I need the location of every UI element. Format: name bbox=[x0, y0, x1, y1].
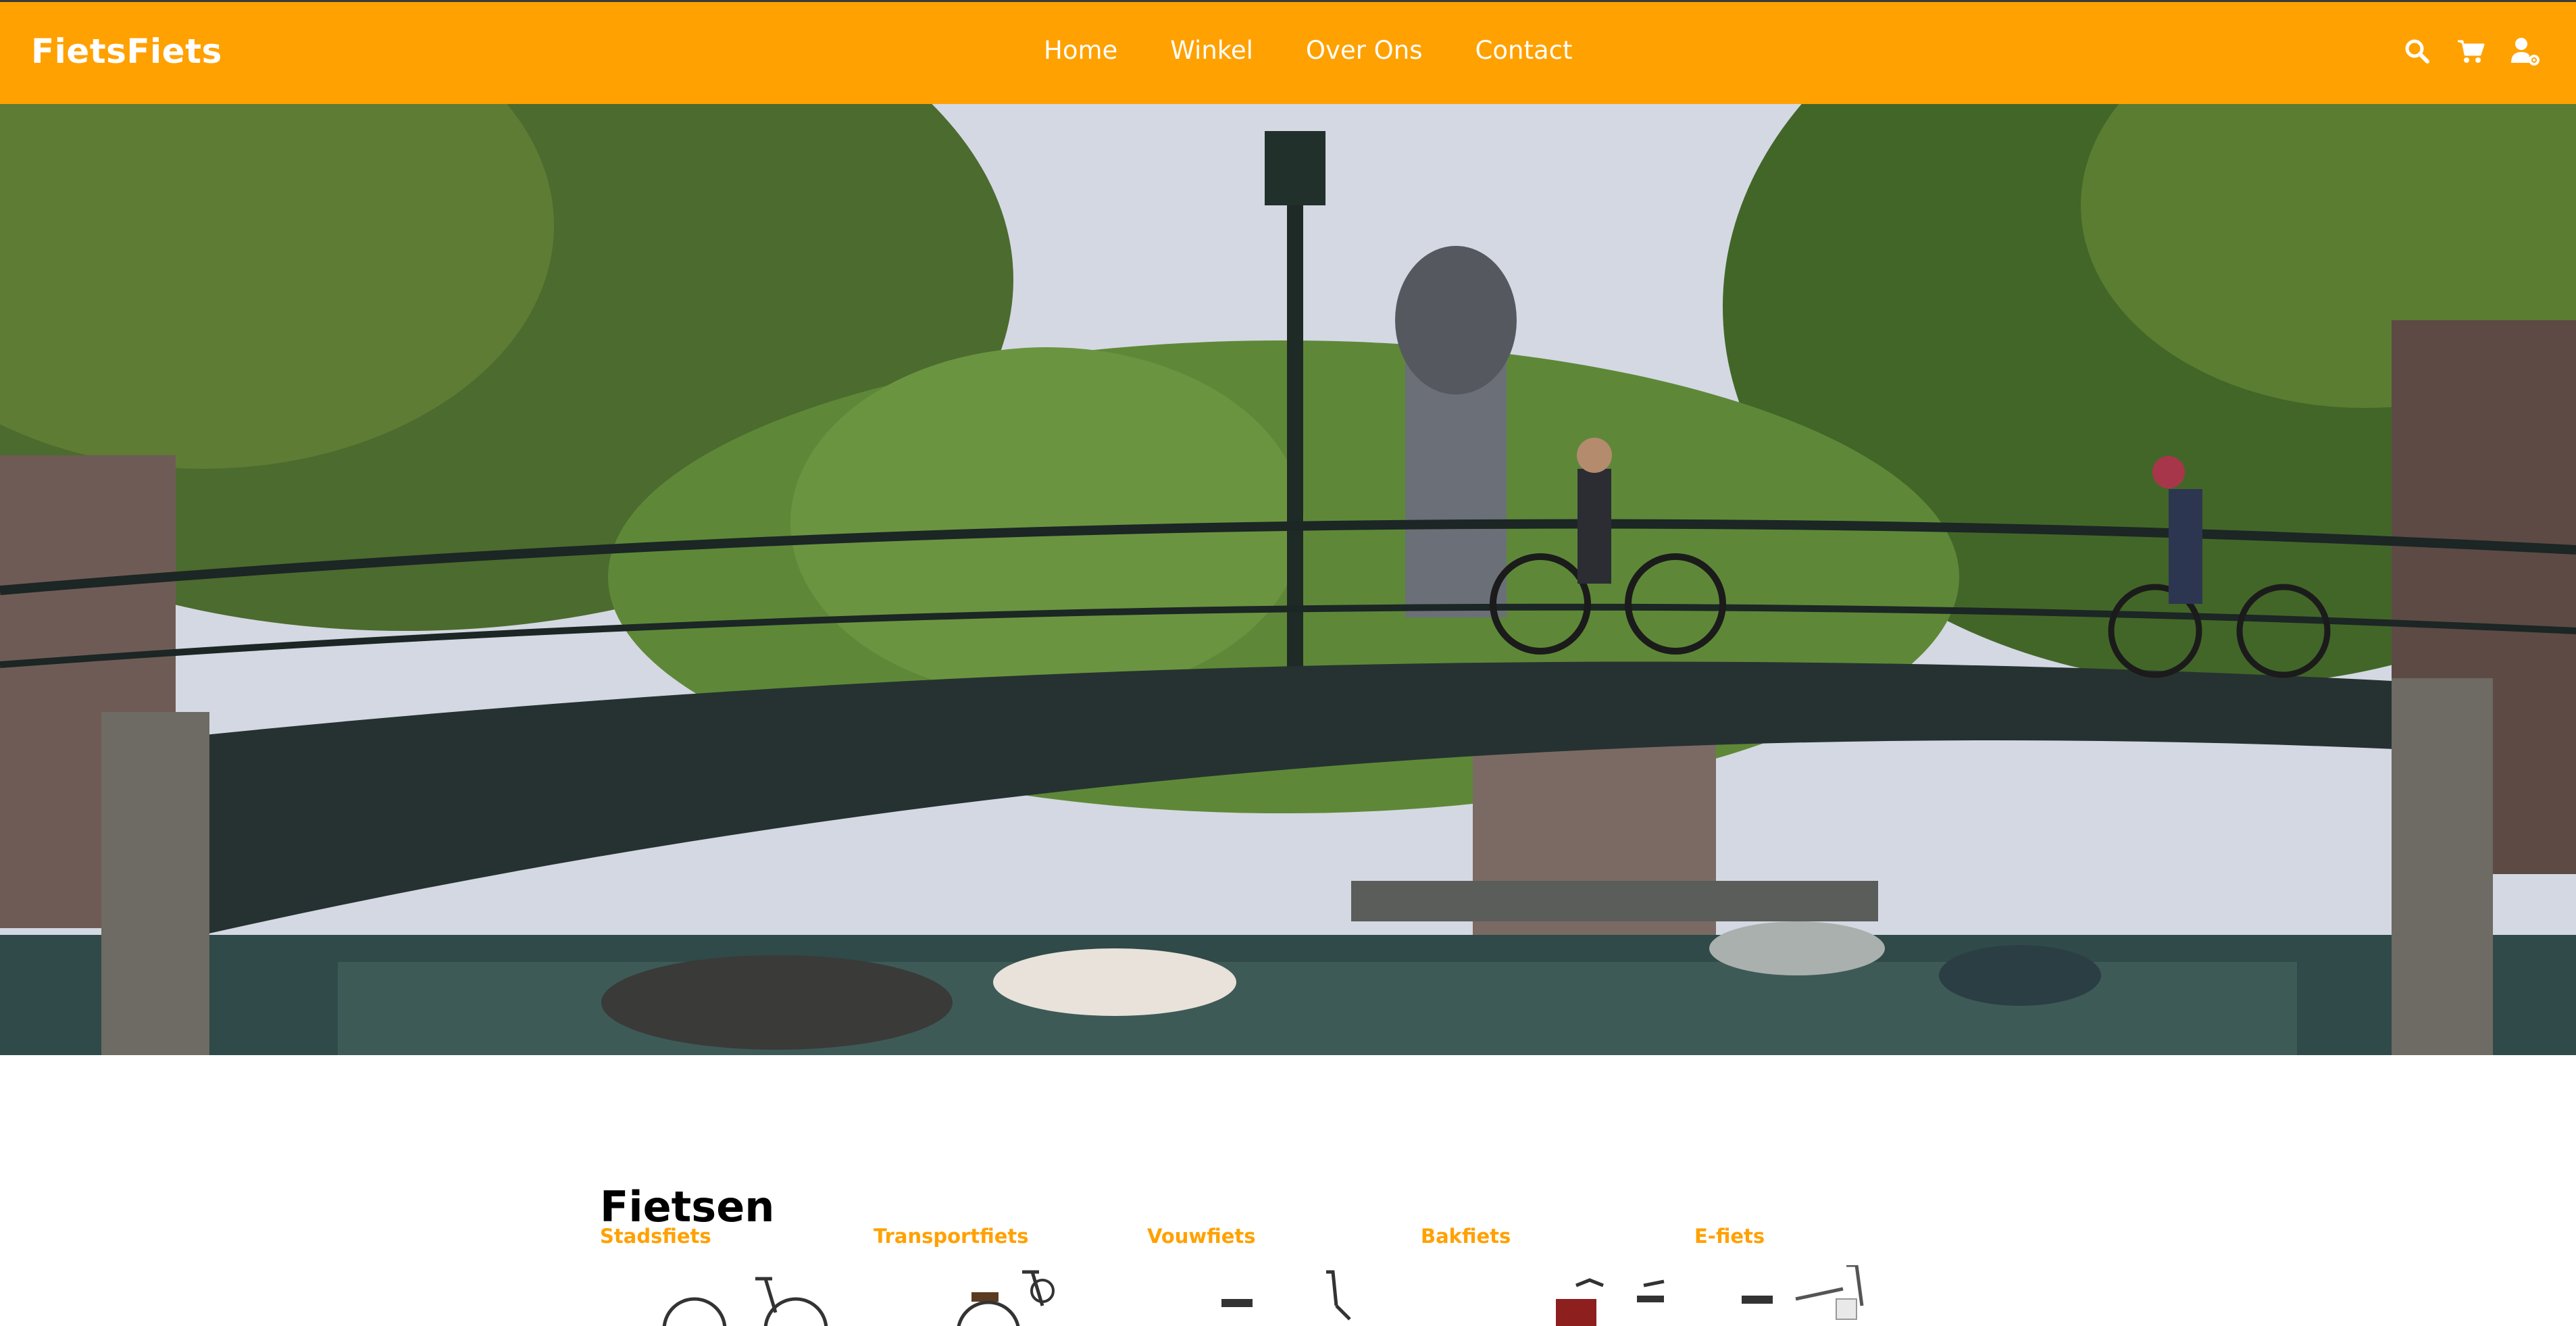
section-title: Fietsen bbox=[600, 1181, 775, 1231]
bike-thumbnail bbox=[874, 1265, 1144, 1326]
nav-link-home[interactable]: Home bbox=[1044, 36, 1117, 65]
category-label[interactable]: Bakfiets bbox=[1421, 1225, 1691, 1248]
nav-link-over-ons[interactable]: Over Ons bbox=[1306, 36, 1423, 65]
bike-thumbnail bbox=[1421, 1265, 1691, 1326]
category-vouwfiets[interactable]: Vouwfiets bbox=[1147, 1225, 1417, 1321]
category-stadsfiets[interactable]: Stadsfiets bbox=[600, 1225, 870, 1326]
category-e-fiets[interactable]: E-fiets bbox=[1694, 1225, 1965, 1321]
cart-icon[interactable] bbox=[2456, 36, 2487, 67]
brand-logo[interactable]: FietsFiets bbox=[31, 32, 222, 71]
category-bakfiets[interactable]: Bakfiets bbox=[1421, 1225, 1691, 1326]
category-list: Stadsfiets Transportfiets Vouwfiets Bakf… bbox=[600, 1225, 2019, 1326]
main-nav: Home Winkel Over Ons Contact bbox=[1044, 36, 1625, 65]
nav-icons bbox=[2402, 36, 2541, 67]
user-settings-icon[interactable] bbox=[2510, 36, 2541, 67]
search-icon[interactable] bbox=[2402, 36, 2433, 67]
category-transportfiets[interactable]: Transportfiets bbox=[874, 1225, 1144, 1326]
nav-link-contact[interactable]: Contact bbox=[1475, 36, 1573, 65]
bike-thumbnail bbox=[1147, 1265, 1417, 1326]
bike-thumbnail bbox=[1694, 1265, 1965, 1326]
category-label[interactable]: Transportfiets bbox=[874, 1225, 1144, 1248]
category-label[interactable]: Vouwfiets bbox=[1147, 1225, 1417, 1248]
bike-thumbnail bbox=[600, 1265, 870, 1326]
top-navbar: FietsFiets Home Winkel Over Ons Contact bbox=[0, 0, 2576, 104]
canal-bridge-photo bbox=[0, 104, 2576, 1055]
nav-link-winkel[interactable]: Winkel bbox=[1170, 36, 1253, 65]
category-label[interactable]: Stadsfiets bbox=[600, 1225, 870, 1248]
category-label[interactable]: E-fiets bbox=[1694, 1225, 1965, 1248]
hero-image bbox=[0, 104, 2576, 1055]
